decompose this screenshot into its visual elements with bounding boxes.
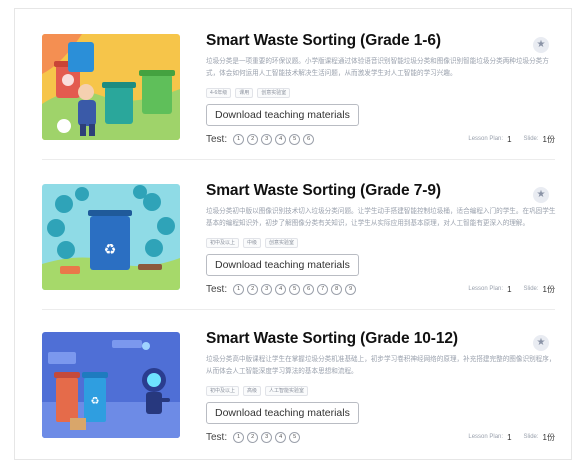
course-tags: 初中及以上 高级 人工智能实验室	[206, 386, 309, 396]
slide-label: Slide:	[523, 286, 539, 292]
robot-sorting-illustration: ♻	[42, 332, 180, 438]
course-title[interactable]: Smart Waste Sorting (Grade 1-6)	[206, 32, 441, 50]
star-icon[interactable]: ★	[533, 187, 549, 203]
test-number[interactable]: 1	[233, 431, 245, 443]
course-title[interactable]: Smart Waste Sorting (Grade 10-12)	[206, 330, 458, 348]
download-materials-button[interactable]: Download teaching materials	[206, 402, 359, 424]
course-thumbnail[interactable]: ♻	[42, 184, 180, 290]
test-number[interactable]: 8	[331, 283, 343, 295]
test-number[interactable]: 7	[317, 283, 329, 295]
course-meta: Lesson Plan: 1 Slide: 1份	[468, 133, 555, 145]
tag-type: 高级	[243, 386, 262, 396]
tag-lab: 创意实验室	[257, 88, 291, 98]
course-title[interactable]: Smart Waste Sorting (Grade 7-9)	[206, 182, 441, 200]
test-label: Test:	[206, 283, 228, 295]
test-number[interactable]: 9	[345, 283, 357, 295]
tag-type: 课用	[235, 88, 254, 98]
test-number[interactable]: 6	[303, 133, 315, 145]
lesson-plan-count[interactable]: 1	[507, 285, 511, 294]
course-description: 垃圾分类是一项重要的环保议题。小学版课程通过体验语音识别智能垃圾分类和图像识别智…	[206, 58, 549, 77]
divider	[42, 159, 555, 160]
download-materials-button[interactable]: Download teaching materials	[206, 254, 359, 276]
test-number[interactable]: 5	[289, 283, 301, 295]
course-thumbnail[interactable]	[42, 34, 180, 140]
test-number[interactable]: 1	[233, 283, 245, 295]
test-number[interactable]: 5	[289, 133, 301, 145]
test-list: Test: 1 2 3 4 5 6 7 8 9	[206, 282, 357, 296]
test-number[interactable]: 5	[289, 431, 301, 443]
svg-text:♻: ♻	[91, 396, 100, 407]
test-number[interactable]: 3	[261, 283, 273, 295]
test-number[interactable]: 2	[247, 431, 259, 443]
lesson-plan-count[interactable]: 1	[507, 433, 511, 442]
course-description: 垃圾分类初中版以图像识别技术切入垃圾分类问题。让学生动手搭建智能控制垃圾桶，适合…	[206, 208, 556, 227]
test-number[interactable]: 1	[233, 133, 245, 145]
lesson-plan-label: Lesson Plan:	[468, 286, 504, 292]
course-thumbnail[interactable]: ♻	[42, 332, 180, 438]
divider	[42, 309, 555, 310]
lesson-plan-label: Lesson Plan:	[468, 434, 504, 440]
slide-count[interactable]: 1份	[543, 284, 555, 295]
lesson-plan-label: Lesson Plan:	[468, 136, 504, 142]
test-number[interactable]: 4	[275, 283, 287, 295]
test-number[interactable]: 2	[247, 133, 259, 145]
course-card: Smart Waste Sorting (Grade 1-6) ★ 垃圾分类是一…	[42, 24, 555, 148]
course-meta: Lesson Plan: 1 Slide: 1份	[468, 283, 555, 295]
lesson-plan-count[interactable]: 1	[507, 135, 511, 144]
svg-text:♻: ♻	[104, 242, 117, 258]
test-number[interactable]: 6	[303, 283, 315, 295]
test-number[interactable]: 3	[261, 431, 273, 443]
test-list: Test: 1 2 3 4 5 6	[206, 132, 315, 146]
course-description: 垃圾分类高中版课程让学生在掌握垃圾分类机准基础上，初步学习卷积神经网络的原理，补…	[206, 356, 556, 375]
test-number[interactable]: 3	[261, 133, 273, 145]
tag-grade: 初中及以上	[206, 386, 240, 396]
course-list-panel: Smart Waste Sorting (Grade 1-6) ★ 垃圾分类是一…	[14, 8, 572, 460]
recycle-bin-illustration: ♻	[42, 184, 180, 290]
test-number[interactable]: 4	[275, 133, 287, 145]
course-tags: 初中及以上 中级 创意实验室	[206, 238, 299, 248]
waste-sorting-illustration	[42, 34, 180, 140]
test-label: Test:	[206, 133, 228, 145]
star-icon[interactable]: ★	[533, 37, 549, 53]
star-icon[interactable]: ★	[533, 335, 549, 351]
tag-lab: 人工智能实验室	[265, 386, 309, 396]
slide-count[interactable]: 1份	[543, 134, 555, 145]
slide-label: Slide:	[523, 434, 539, 440]
tag-lab: 创意实验室	[265, 238, 299, 248]
download-materials-button[interactable]: Download teaching materials	[206, 104, 359, 126]
tag-grade: 4-6年级	[206, 88, 232, 98]
course-card: ♻ Smart Waste Sorting (Grade 10-12) ★ 垃圾…	[42, 322, 555, 446]
course-tags: 4-6年级 课用 创意实验室	[206, 88, 291, 98]
slide-label: Slide:	[523, 136, 539, 142]
test-number[interactable]: 4	[275, 431, 287, 443]
test-number[interactable]: 2	[247, 283, 259, 295]
tag-type: 中级	[243, 238, 262, 248]
tag-grade: 初中及以上	[206, 238, 240, 248]
test-label: Test:	[206, 431, 228, 443]
course-card: ♻ Smart Waste Sorting (Grade 7-9) ★ 垃圾分类…	[42, 174, 555, 298]
slide-count[interactable]: 1份	[543, 432, 555, 443]
test-list: Test: 1 2 3 4 5	[206, 430, 301, 444]
course-meta: Lesson Plan: 1 Slide: 1份	[468, 431, 555, 443]
